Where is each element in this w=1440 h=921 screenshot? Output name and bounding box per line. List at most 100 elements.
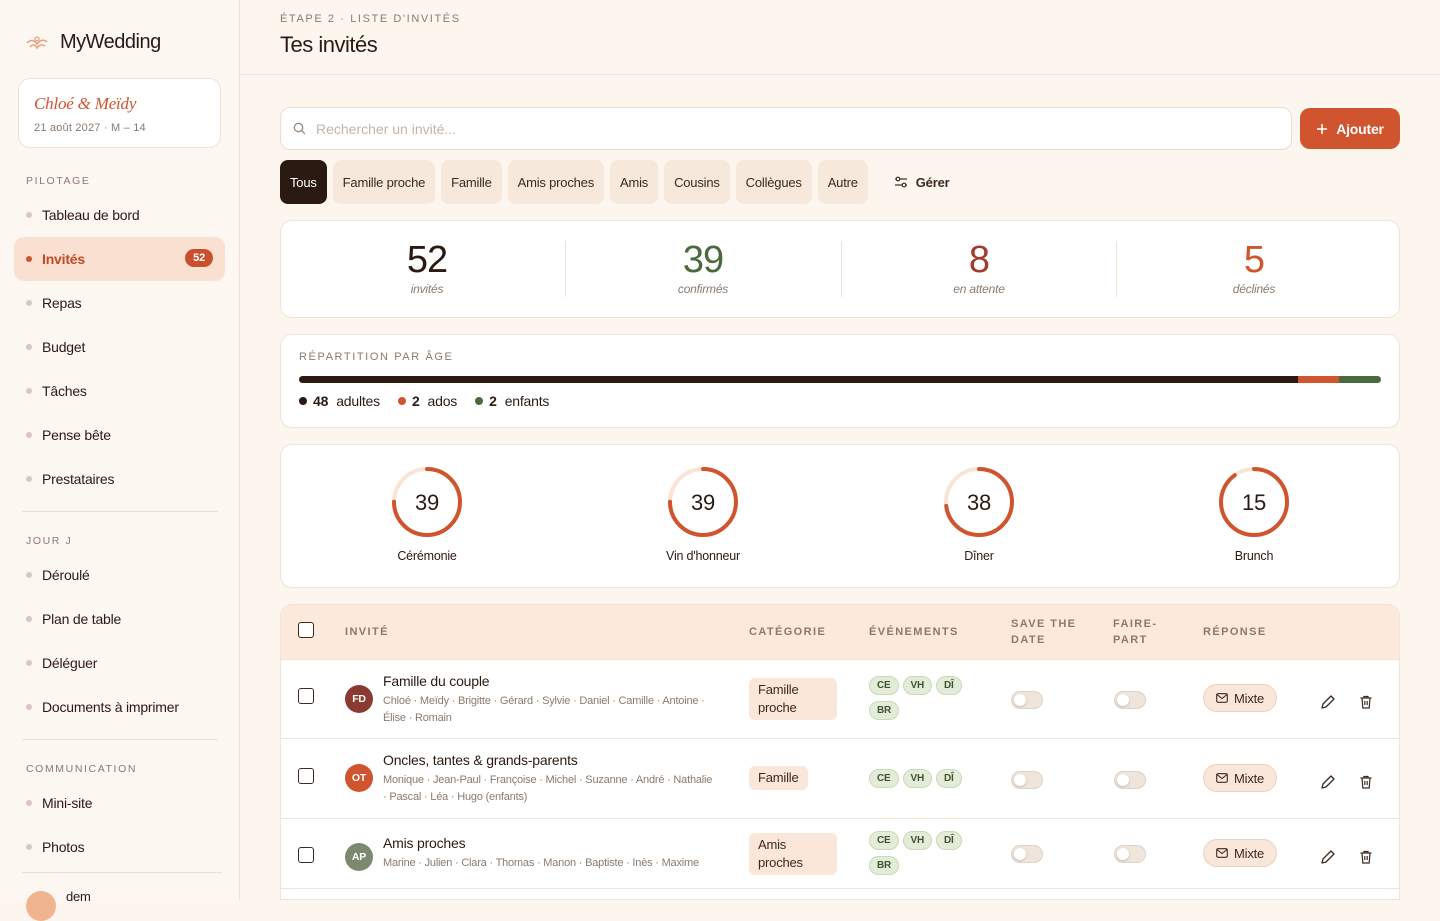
category-filters: Tous Famille proche Famille Amis proches… [280,160,969,204]
event-badges: CE VH DÎ BR [869,676,965,720]
row-checkbox[interactable] [298,768,314,784]
dinner-label: Dîner [964,549,994,563]
response-badge[interactable]: Mixte [1203,839,1278,867]
bullet-icon [26,256,32,262]
group-name[interactable]: Amis proches [383,835,466,851]
sidebar-item-guests[interactable]: Invités 52 [14,237,225,281]
sidebar-item-label: Repas [42,295,82,311]
age-distribution-bar [299,376,1381,383]
stat-declined-label: déclinés [1232,282,1276,296]
search-icon [293,122,306,135]
sidebar-item-meals[interactable]: Repas [14,281,225,325]
sidebar-item-seating[interactable]: Plan de table [14,597,225,641]
filter-chip-close-family[interactable]: Famille proche [332,160,436,204]
filter-chip-friends[interactable]: Amis [610,160,659,204]
dinner-count: 38 [967,490,991,515]
filter-chip-cousins[interactable]: Cousins [664,160,730,204]
filter-chip-colleagues[interactable]: Collègues [735,160,812,204]
table-row[interactable]: FD Famille du couple Chloé · Meïdy · Bri… [281,660,1399,739]
response-badge[interactable]: Mixte [1203,764,1278,792]
event-badge-reception: VH [902,769,932,788]
sidebar-item-notes[interactable]: Pense bête [14,413,225,457]
add-guest-button[interactable]: Ajouter [1300,108,1400,149]
guest-count-badge: 52 [185,249,213,267]
save-the-date-toggle[interactable] [1011,845,1043,863]
row-checkbox[interactable] [298,847,314,863]
brand[interactable]: MyWedding [24,28,161,56]
avatar: FD [345,685,373,713]
bullet-icon [26,572,32,578]
search-input[interactable] [316,120,1216,137]
save-the-date-toggle[interactable] [1011,691,1043,709]
select-all-checkbox[interactable] [298,622,314,638]
sidebar-item-print-docs[interactable]: Documents à imprimer [14,685,225,729]
filter-chip-close-friends[interactable]: Amis proches [507,160,604,204]
reception-label: Vin d'honneur [666,549,740,563]
sidebar-item-schedule[interactable]: Déroulé [14,553,225,597]
bullet-icon [26,800,32,806]
column-header-response[interactable]: RÉPONSE [1203,624,1267,640]
breadcrumb: ÉTAPE 2 · LISTE D'INVITÉS [280,13,461,25]
filter-chip-family[interactable]: Famille [441,160,502,204]
event-ring-ceremony: 39 Cérémonie [289,465,565,563]
column-header-invitation[interactable]: FAIRE- PART [1113,616,1157,648]
sidebar-item-delegate[interactable]: Déléguer [14,641,225,685]
filter-chip-other[interactable]: Autre [817,160,868,204]
avatar: OT [345,764,373,792]
user-name: dem [66,889,91,904]
filter-chip-all[interactable]: Tous [280,160,327,204]
response-label: Mixte [1234,845,1265,861]
sidebar-item-tasks[interactable]: Tâches [14,369,225,413]
ceremony-label: Cérémonie [397,549,457,563]
invitation-toggle[interactable] [1114,771,1146,789]
event-badge-reception: VH [902,676,932,695]
sidebar-item-mini-site[interactable]: Mini-site [14,781,225,825]
column-header-category[interactable]: CATÉGORIE [749,624,826,640]
group-name[interactable]: Oncles, tantes & grands-parents [383,752,578,768]
bullet-icon [26,432,32,438]
column-header-guest[interactable]: INVITÉ [345,624,389,640]
sidebar-item-label: Documents à imprimer [42,699,179,715]
edit-icon[interactable] [1320,694,1336,710]
table-row[interactable]: AP Amis proches Marine · Julien · Clara … [281,819,1399,889]
row-checkbox[interactable] [298,688,314,704]
manage-categories-button[interactable]: Gérer [874,160,970,204]
trash-icon[interactable] [1358,694,1374,710]
plus-icon [1317,123,1328,134]
column-header-events[interactable]: ÉVÉNEMENTS [869,624,959,640]
sidebar-divider [22,739,218,740]
sidebar-item-vendors[interactable]: Prestataires [14,457,225,501]
ceremony-count: 39 [415,490,439,515]
column-header-text: DATE [1011,634,1046,646]
sliders-icon [894,176,907,188]
trash-icon[interactable] [1358,849,1374,865]
events-summary-card: 39 Cérémonie 39 Vin d'honneur 38 Dîner 1… [280,444,1400,588]
stat-declined: 5 déclinés [1116,239,1392,296]
age-distribution-title: RÉPARTITION PAR ÂGE [299,351,454,363]
ceremony-ring-icon: 39 [392,467,462,537]
save-the-date-toggle[interactable] [1011,771,1043,789]
trash-icon[interactable] [1358,774,1374,790]
age-distribution-card: RÉPARTITION PAR ÂGE 48 adultes 2 ados 2 enf… [280,334,1400,428]
group-name[interactable]: Famille du couple [383,673,490,689]
invitation-toggle[interactable] [1114,845,1146,863]
brand-name: MyWedding [60,30,161,53]
table-row[interactable]: OT Oncles, tantes & grands-parents Moniq… [281,739,1399,819]
event-ring-dinner: 38 Dîner [841,465,1117,563]
adults-dot-icon [299,397,307,405]
sidebar-item-label: Déléguer [42,655,98,671]
edit-icon[interactable] [1320,849,1336,865]
couple-card[interactable]: Chloé & Meïdy 21 août 2027 · M – 14 [18,78,221,148]
bullet-icon [26,388,32,394]
response-badge[interactable]: Mixte [1203,684,1278,712]
bullet-icon [26,300,32,306]
sidebar-item-budget[interactable]: Budget [14,325,225,369]
children-label: enfants [504,393,550,409]
user-menu[interactable]: dem [22,872,222,921]
column-header-save-the-date[interactable]: SAVE THE DATE [1011,616,1076,648]
edit-icon[interactable] [1320,774,1336,790]
search-bar[interactable] [280,107,1292,150]
sidebar-item-photos[interactable]: Photos [14,825,225,869]
invitation-toggle[interactable] [1114,691,1146,709]
sidebar-item-dashboard[interactable]: Tableau de bord [14,193,225,237]
